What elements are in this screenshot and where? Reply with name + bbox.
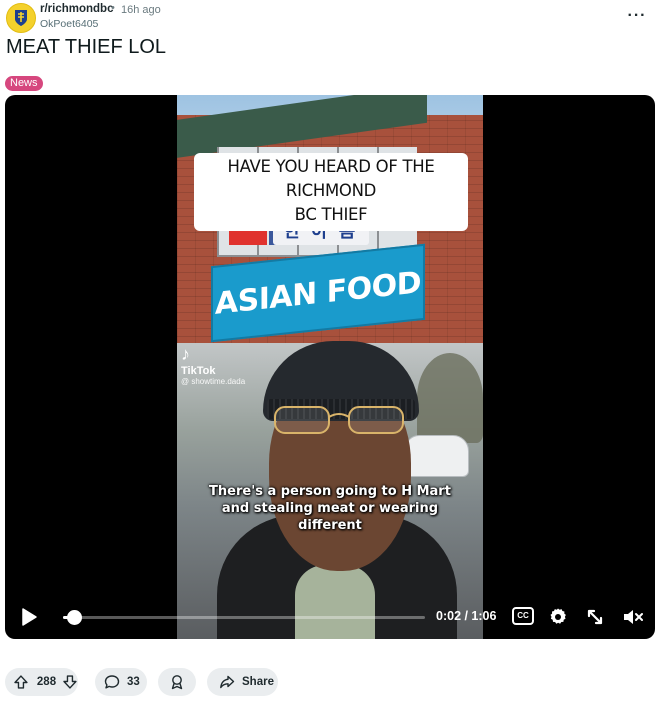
video-caption: HAVE YOU HEARD OF THE RICHMOND BC THIEF xyxy=(194,153,468,231)
ellipsis-icon: ··· xyxy=(627,7,647,24)
post-age: 16h ago xyxy=(121,4,161,16)
more-options-button[interactable]: ··· xyxy=(625,4,649,28)
subreddit-link[interactable]: r/richmondbc xyxy=(40,3,113,15)
upvote-icon[interactable] xyxy=(13,674,29,690)
tiktok-label: TikTok xyxy=(181,365,216,377)
comments-button[interactable]: 33 xyxy=(95,668,147,696)
fullscreen-icon[interactable] xyxy=(585,607,605,627)
tiktok-icon: ♪ xyxy=(181,344,190,364)
post-actions: 288 33 Share xyxy=(5,668,405,696)
vote-control: 288 xyxy=(5,668,78,696)
comment-icon xyxy=(104,675,120,689)
glasses-icon xyxy=(274,406,404,434)
crest-icon xyxy=(15,10,27,26)
mute-icon[interactable] xyxy=(622,607,644,627)
video-frame: H 한 아 름 ASIAN FOOD HAVE YOU HEARD OF THE… xyxy=(177,95,483,639)
share-icon xyxy=(220,675,235,689)
comment-count: 33 xyxy=(127,676,140,688)
downvote-icon[interactable] xyxy=(62,674,78,690)
parked-car xyxy=(405,435,469,477)
award-button[interactable] xyxy=(158,668,196,696)
settings-gear-icon[interactable] xyxy=(548,607,568,627)
video-player[interactable]: H 한 아 름 ASIAN FOOD HAVE YOU HEARD OF THE… xyxy=(5,95,655,639)
tiktok-watermark: ♪ TikTok @ showtime.dada xyxy=(181,345,245,386)
seek-handle[interactable] xyxy=(66,610,82,625)
caption-line-2: BC THIEF xyxy=(288,203,374,227)
post-title[interactable]: MEAT THIEF LOL xyxy=(6,36,166,59)
time-display: 0:02 / 1:06 xyxy=(436,609,497,623)
share-button[interactable]: Share xyxy=(207,668,278,696)
share-label: Share xyxy=(242,676,274,688)
subreddit-avatar[interactable] xyxy=(6,3,36,33)
post-flair[interactable]: News xyxy=(5,76,43,91)
video-subtitle: There's a person going to H Mart and ste… xyxy=(209,484,451,533)
closed-captions-icon[interactable]: CC xyxy=(512,607,534,625)
vote-count: 288 xyxy=(36,676,57,688)
play-icon[interactable] xyxy=(19,607,39,627)
award-icon xyxy=(171,675,183,690)
seek-bar[interactable] xyxy=(63,610,425,625)
caption-line-1: HAVE YOU HEARD OF THE RICHMOND xyxy=(227,157,435,200)
separator-dot: • xyxy=(111,2,115,14)
video-controls: 0:02 / 1:06 CC xyxy=(5,595,655,639)
tiktok-handle: @ showtime.dada xyxy=(181,377,246,386)
author-link[interactable]: OkPoet6405 xyxy=(40,18,98,30)
post-header: r/richmondbc • 16h ago OkPoet6405 ··· xyxy=(5,2,655,33)
tree xyxy=(417,353,483,443)
